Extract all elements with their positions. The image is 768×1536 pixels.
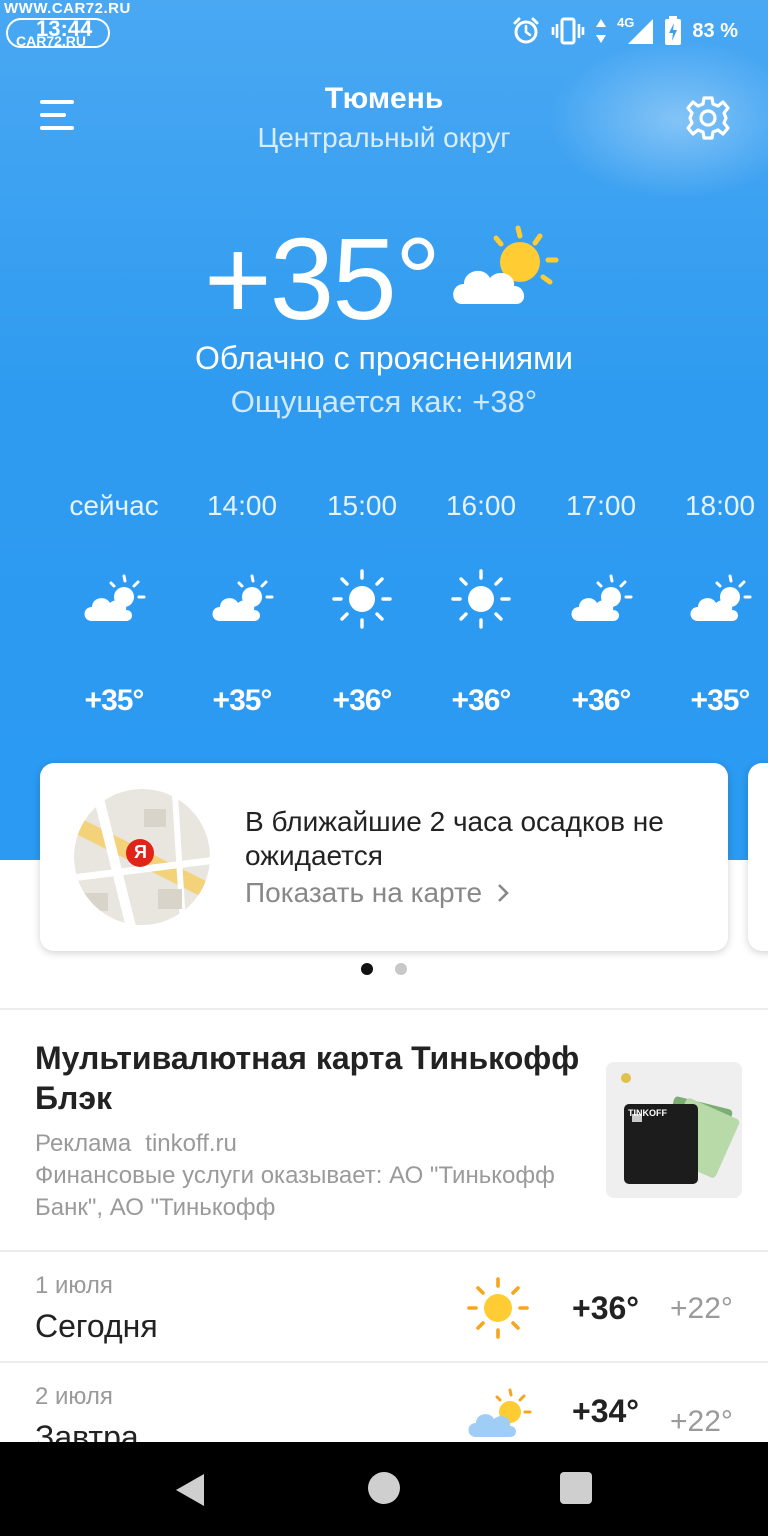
day-name: Сегодня <box>35 1308 158 1344</box>
partly-cloudy-icon <box>541 554 661 644</box>
home-icon[interactable] <box>368 1472 400 1504</box>
hourly-item[interactable]: 18:00 +35° <box>660 490 768 718</box>
system-navigation-bar <box>0 1442 768 1536</box>
hour-temperature: +35° <box>84 684 145 717</box>
hourly-forecast[interactable]: сейчас +35° 14:00 +35° 15:00 +36° 16:00 … <box>0 490 768 717</box>
alarm-icon <box>513 17 539 44</box>
card-pager <box>0 963 768 975</box>
hour-temperature: +36° <box>571 684 632 717</box>
next-card-peek[interactable] <box>748 763 768 951</box>
nowcast-text: В ближайшие 2 часа осадков не ожидается <box>245 806 664 871</box>
section-divider <box>0 1008 768 1010</box>
status-icons: 4G 83 % <box>511 14 738 48</box>
hour-label: 14:00 <box>206 490 278 521</box>
chevron-right-icon <box>498 884 509 902</box>
ad-description: Финансовые услуги оказывает: АО "Тинькоф… <box>35 1162 555 1221</box>
current-condition: Облачно с прояснениями <box>195 340 573 376</box>
sun-icon <box>302 554 422 644</box>
hour-temperature: +36° <box>451 684 512 717</box>
map-pin-letter: Я <box>134 842 147 862</box>
hour-temperature: +36° <box>332 684 393 717</box>
vibrate-icon <box>551 17 585 45</box>
day-min-temp: +22° <box>670 1405 733 1438</box>
network-type: 4G <box>617 14 635 30</box>
ad-label: Реклама <box>35 1130 132 1157</box>
current-temperature: +35° <box>204 214 441 344</box>
ad-card-image[interactable]: TINKOFF <box>606 1062 742 1198</box>
day-min-temp: +22° <box>670 1292 733 1325</box>
watermark-top: WWW.CAR72.RU <box>4 0 131 17</box>
watermark-bottom: CAR72.RU <box>16 33 87 49</box>
hour-label: 18:00 <box>684 490 756 521</box>
ad-domain[interactable]: tinkoff.ru <box>145 1130 237 1157</box>
pager-dot-active[interactable] <box>361 963 373 975</box>
partly-cloudy-icon <box>466 1387 532 1446</box>
ad-meta: Реклама tinkoff.ru <box>35 1130 237 1158</box>
precipitation-map-thumbnail[interactable]: Я <box>74 789 210 925</box>
battery-charging-icon <box>665 16 682 45</box>
hourly-item[interactable]: 16:00 +36° <box>421 490 541 718</box>
settings-button[interactable] <box>684 94 732 142</box>
hourly-item[interactable]: 17:00 +36° <box>541 490 661 718</box>
show-on-map-link[interactable]: Показать на карте <box>245 877 510 909</box>
hourly-item[interactable]: 15:00 +36° <box>302 490 422 718</box>
day-max-temp: +34° <box>572 1393 640 1429</box>
partly-cloudy-icon <box>660 554 768 644</box>
feels-like: Ощущается как: +38° <box>230 384 538 419</box>
show-on-map-label: Показать на карте <box>245 877 483 908</box>
sun-icon <box>421 554 541 644</box>
recent-apps-icon[interactable] <box>560 1472 592 1504</box>
daily-row[interactable]: 1 июля Сегодня +36° +22° <box>0 1252 768 1362</box>
sun-icon <box>466 1276 530 1345</box>
partly-cloudy-icon <box>182 554 302 644</box>
day-date: 1 июля <box>35 1272 113 1299</box>
hour-temperature: +35° <box>212 684 273 717</box>
hour-temperature: +35° <box>690 684 751 717</box>
partly-cloudy-icon <box>448 222 564 319</box>
battery-percent: 83 % <box>692 19 738 42</box>
pager-dot[interactable] <box>395 963 407 975</box>
hour-label: 17:00 <box>565 490 637 521</box>
gear-icon <box>686 96 730 140</box>
back-icon[interactable] <box>172 1472 206 1508</box>
ad-title[interactable]: Мультивалютная карта Тинькофф Блэк <box>35 1038 595 1118</box>
ad-image-brand: TINKOFF <box>628 1108 667 1118</box>
hour-label: сейчас <box>69 490 159 521</box>
data-arrows-icon <box>596 19 607 43</box>
status-bar: WWW.CAR72.RU 13:44 CAR72.RU 4G 83 % <box>0 0 768 60</box>
city-name[interactable]: Тюмень <box>0 82 768 116</box>
district-name: Центральный округ <box>257 122 511 153</box>
day-date: 2 июля <box>35 1383 113 1410</box>
hour-label: 16:00 <box>445 490 517 521</box>
partly-cloudy-icon <box>54 554 174 644</box>
day-max-temp: +36° <box>572 1290 640 1326</box>
nowcast-card[interactable]: Я В ближайшие 2 часа осадков не ожидаетс… <box>40 763 728 951</box>
hourly-item[interactable]: сейчас +35° <box>54 490 174 718</box>
hourly-item[interactable]: 14:00 +35° <box>182 490 302 718</box>
hour-label: 15:00 <box>326 490 398 521</box>
